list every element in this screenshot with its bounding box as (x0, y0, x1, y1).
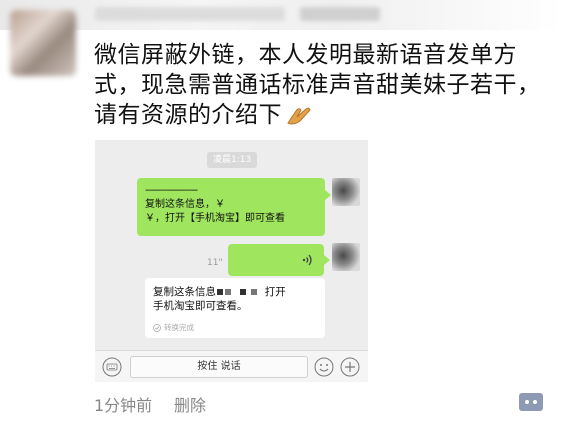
message-line-2: ￥，打开【手机淘宝】即可查看 (145, 213, 285, 224)
folded-hands-icon (286, 103, 312, 125)
transcript-line-1: 复制这条信息 打开 (153, 286, 286, 298)
dot-icon (525, 400, 529, 404)
post-line-1: 微信屏蔽外链，本人发明最新语音发单方 (94, 42, 517, 68)
post-time: 1分钟前 (94, 396, 153, 415)
mosaic-redaction (217, 289, 223, 295)
blurred-name (95, 7, 285, 21)
post-line-2: 式，现急需普通话标准声音甜美妹子若干， (94, 72, 541, 98)
voice-message-bubble (228, 244, 330, 276)
chat-input-bar: 按住 说话 (95, 350, 368, 382)
message-line-1: 复制这条信息，￥ (145, 199, 225, 210)
dot-icon (533, 400, 537, 404)
post-line-3: 请有资源的介绍下 (94, 100, 549, 130)
post-text: 微信屏蔽外链，本人发明最新语音发单方 式，现急需普通话标准声音甜美妹子若干， 请… (94, 40, 549, 130)
check-circle-icon (153, 324, 161, 332)
chat-screenshot-image[interactable]: 凌晨1:13 -------------------- 复制这条信息，￥ ￥，打… (95, 140, 368, 382)
blurred-header (0, 0, 563, 30)
voice-duration: 11" (207, 258, 223, 268)
plus-icon[interactable] (340, 357, 360, 377)
avatar[interactable] (10, 10, 76, 76)
hold-to-talk-button[interactable]: 按住 说话 (130, 356, 308, 378)
transcript-status: 转换完成 (153, 321, 194, 335)
voice-wave-icon (302, 254, 312, 266)
mosaic-redaction (251, 289, 258, 295)
message-bubble-sent: -------------------- 复制这条信息，￥ ￥，打开【手机淘宝】… (137, 178, 331, 236)
comment-button[interactable] (519, 393, 543, 411)
emoji-icon[interactable] (314, 357, 334, 377)
blurred-name-2 (300, 7, 380, 21)
delete-link[interactable]: 删除 (174, 392, 206, 416)
timestamp-chip: 凌晨1:13 (207, 152, 258, 168)
mosaic-redaction (239, 289, 246, 295)
mosaic-redaction (225, 289, 231, 295)
sender-avatar (332, 243, 360, 271)
voice-transcript-card: 复制这条信息 打开 手机淘宝即可查看。 转换完成 (145, 278, 325, 338)
sender-avatar (332, 178, 360, 206)
dash-line: -------------------- (145, 185, 198, 196)
keyboard-icon[interactable] (102, 357, 122, 377)
transcript-line-2: 手机淘宝即可查看。 (153, 300, 248, 312)
